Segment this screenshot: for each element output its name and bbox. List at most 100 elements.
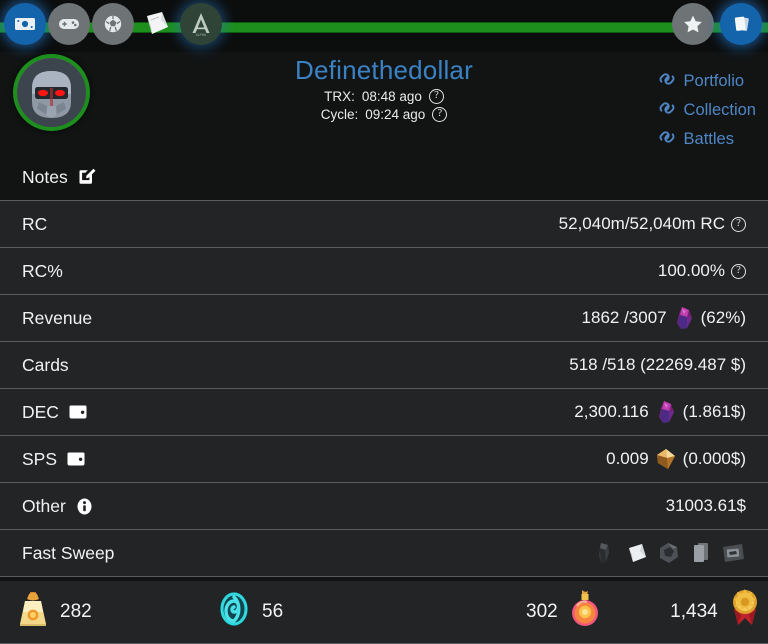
cycle-label: Cycle: [321,107,359,122]
cards-label: Cards [22,355,69,376]
dec-crystal-icon [655,400,677,424]
soccer-ball-icon[interactable] [92,3,134,45]
revenue-value-group: 1862 /3007 (62%) [582,306,746,330]
notes-label: Notes [22,167,68,188]
sweep-item-1-icon[interactable] [592,540,618,566]
other-value-group: 31003.61$ [666,496,746,516]
svg-text:ALPHA: ALPHA [196,33,207,37]
rc-percent-label: RC% [22,261,63,282]
alpha-logo-icon[interactable]: ALPHA [180,3,222,45]
stats-list: Notes RC 52,040m/52,040m RC ? RC% [0,155,768,581]
cards-value: 518 /518 (22269.487 $) [569,355,746,375]
card-pack-icon[interactable] [136,3,178,45]
cards-value-group: 518 /518 (22269.487 $) [569,355,746,375]
link-collection[interactable]: Collection [658,99,756,122]
pink-potion-icon [568,588,602,636]
fast-sweep-label: Fast Sweep [22,543,114,564]
avatar[interactable] [13,54,90,131]
app-root: ALPHA [0,0,768,644]
card-stack-icon[interactable] [720,3,762,45]
wallet-icon[interactable] [68,403,88,421]
dec-label: DEC [22,402,59,423]
rc-label: RC [22,214,47,235]
vortex-spiral-icon [216,588,252,636]
sweep-item-5-icon[interactable] [720,540,746,566]
link-battles[interactable]: Battles [658,128,734,151]
row-sps: SPS 0.009 [0,436,768,483]
dec-value-group: 2,300.116 (1.861$) [574,400,746,424]
row-revenue: Revenue 1862 /3007 (62%) [0,295,768,342]
gamepad-icon[interactable] [48,3,90,45]
nav-icons-right-group [672,3,762,45]
link-chain-icon [658,99,676,122]
external-links-group: Portfolio Collection Bat [658,70,756,151]
sps-label: SPS [22,449,57,470]
rc-percent-help-icon[interactable]: ? [731,264,746,279]
footer-medal-group[interactable]: 1,434 [602,587,762,637]
profile-center-block: Definethedollar TRX: 08:48 ago ? Cycle: … [0,52,768,122]
gold-potion-icon [16,588,50,636]
rc-percent-value: 100.00% [658,261,725,281]
link-portfolio-label: Portfolio [684,72,745,91]
footer-vortex-group[interactable]: 56 [216,588,426,636]
cycle-value: 09:24 ago [365,107,425,122]
rc-percent-value-group: 100.00% ? [658,261,746,281]
sps-crystal-icon [655,448,677,470]
rc-value: 52,040m/52,040m RC [559,214,725,234]
dec-label-group: DEC [22,402,88,423]
link-chain-icon [658,128,676,151]
star-icon[interactable] [672,3,714,45]
sps-usd-value: (0.000$) [683,449,746,469]
other-value: 31003.61$ [666,496,746,516]
revenue-label: Revenue [22,308,92,329]
sps-label-group: SPS [22,449,86,470]
trx-label: TRX: [324,89,355,104]
footer-potion-gold-group[interactable]: 282 [16,588,216,636]
footer-potion-pink-group[interactable]: 302 [426,588,602,636]
edit-pencil-square-icon[interactable] [77,165,97,190]
row-dec: DEC 2,300.116 [0,389,768,436]
row-fast-sweep: Fast Sweep [0,530,768,577]
cycle-meta-line: Cycle: 09:24 ago ? [0,107,768,122]
row-rc: RC 52,040m/52,040m RC ? [0,201,768,248]
trx-value: 08:48 ago [362,89,422,104]
row-notes[interactable]: Notes [0,155,768,201]
sps-value-group: 0.009 (0.000$) [606,448,746,470]
dec-value: 2,300.116 [574,402,648,422]
sps-value: 0.009 [606,449,649,469]
vortex-count: 56 [262,601,283,623]
sweep-item-2-icon[interactable] [624,540,650,566]
rc-value-group: 52,040m/52,040m RC ? [559,214,746,234]
page-title: Definethedollar [295,55,473,86]
gold-medal-icon [728,587,762,637]
top-navigation-bar: ALPHA [0,0,768,52]
trx-meta-line: TRX: 08:48 ago ? [0,89,768,104]
revenue-value: 1862 /3007 [582,308,667,328]
wallet-icon[interactable] [66,450,86,468]
sweep-item-3-icon[interactable] [656,540,682,566]
profile-header: Definethedollar TRX: 08:48 ago ? Cycle: … [0,52,768,155]
pink-potion-count: 302 [526,601,558,623]
trx-help-icon[interactable]: ? [429,89,444,104]
cycle-help-icon[interactable]: ? [432,107,447,122]
link-chain-icon [658,70,676,93]
resources-footer: 282 56 302 [0,581,768,644]
fast-sweep-icons-group [592,540,746,566]
row-cards: Cards 518 /518 (22269.487 $) [0,342,768,389]
info-icon[interactable] [75,497,94,516]
row-rc-percent: RC% 100.00% ? [0,248,768,295]
sweep-item-4-icon[interactable] [688,540,714,566]
revenue-percent: (62%) [701,308,746,328]
nav-icons-left-group: ALPHA [4,3,222,45]
link-battles-label: Battles [684,130,734,149]
link-collection-label: Collection [684,101,756,120]
notes-label-group: Notes [22,165,97,190]
rc-help-icon[interactable]: ? [731,217,746,232]
dec-usd-value: (1.861$) [683,402,746,422]
link-portfolio[interactable]: Portfolio [658,70,745,93]
medal-count: 1,434 [670,601,718,623]
other-label: Other [22,496,66,517]
row-other: Other 31003.61$ [0,483,768,530]
money-bill-icon[interactable] [4,3,46,45]
dec-crystal-icon [673,306,695,330]
